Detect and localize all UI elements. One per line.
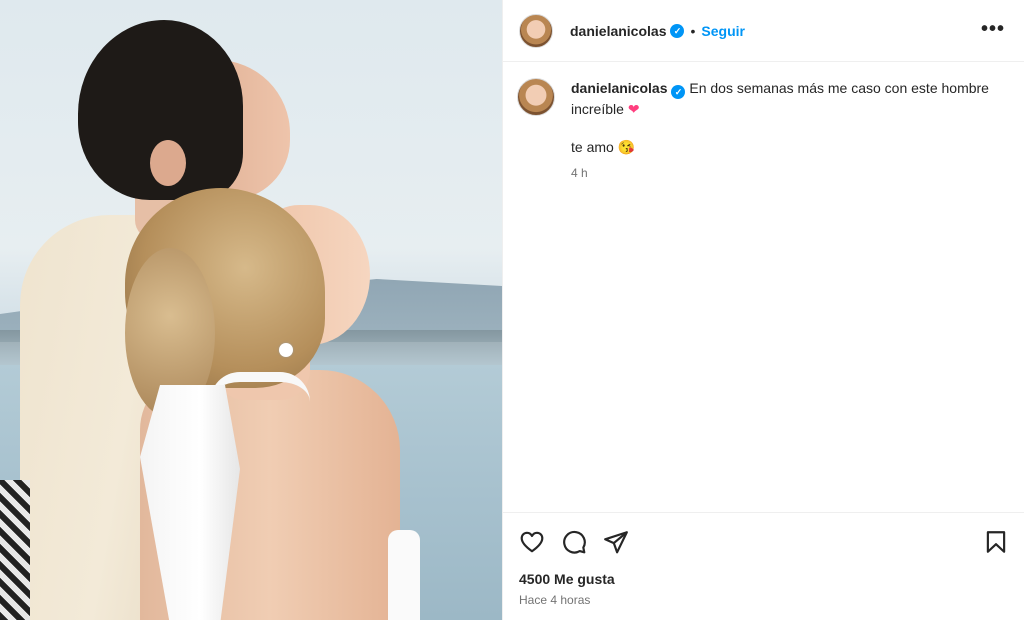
heart-emoji: ❤ [627, 101, 640, 117]
photo-patterned-cloth [0, 480, 30, 620]
avatar[interactable] [519, 13, 553, 48]
separator-dot: • [690, 22, 696, 39]
share-icon[interactable] [603, 529, 629, 555]
follow-button[interactable]: Seguir [701, 23, 745, 39]
caption-line-2: te amo 😘 [571, 137, 991, 157]
post-time[interactable]: Hace 4 horas [519, 593, 590, 607]
kiss-emoji: 😘 [617, 139, 636, 155]
caption-verified-icon: ✓ [671, 85, 686, 99]
likes-count[interactable]: 4500 Me gusta [519, 571, 615, 587]
photo-dress [388, 530, 420, 620]
comment-icon[interactable] [561, 529, 587, 555]
bookmark-icon[interactable] [983, 529, 1009, 555]
comment-timestamp[interactable]: 4 h [571, 163, 991, 183]
photo-earring [279, 343, 293, 357]
caption-comment: danielanicolas ✓ En dos semanas más me ca… [517, 78, 1017, 183]
post-photo[interactable] [0, 0, 502, 620]
caption-body: danielanicolas ✓ En dos semanas más me ca… [571, 78, 991, 183]
heart-icon[interactable] [519, 529, 545, 555]
verified-icon: ✓ [670, 23, 685, 38]
post-actions: 4500 Me gusta Hace 4 horas [503, 512, 1024, 620]
header-username[interactable]: danielanicolas [570, 23, 666, 39]
post-side-panel: danielanicolas ✓ • Seguir ••• danielanic… [502, 0, 1024, 620]
post-header: danielanicolas ✓ • Seguir ••• [503, 0, 1024, 62]
caption-username[interactable]: danielanicolas [571, 80, 667, 96]
caption-line-1: danielanicolas ✓ En dos semanas más me ca… [571, 78, 991, 119]
more-options-icon[interactable]: ••• [981, 18, 1005, 41]
caption-avatar[interactable] [517, 78, 555, 116]
photo-man-ear [150, 140, 186, 186]
caption-text-2: te amo [571, 139, 614, 155]
